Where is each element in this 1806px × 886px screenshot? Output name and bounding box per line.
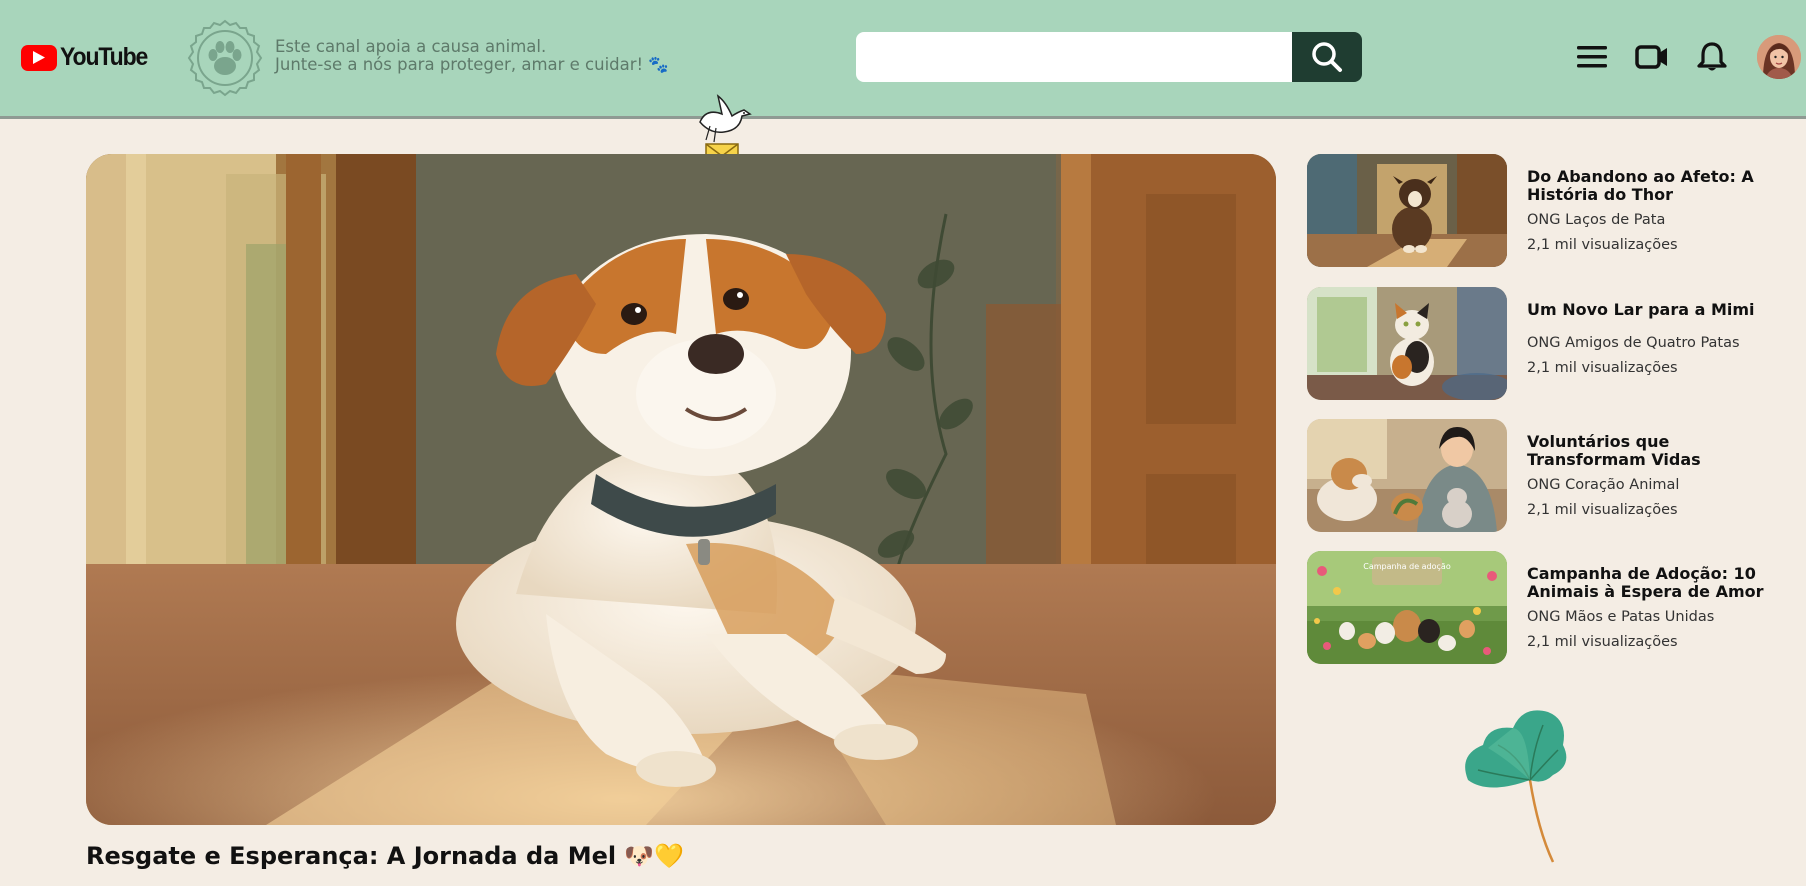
recommended-video-3[interactable]: Voluntários que Transformam Vidas ONG Co… bbox=[1307, 419, 1777, 533]
video-thumbnail: Campanha de adoção bbox=[1307, 551, 1507, 664]
bell-icon[interactable] bbox=[1692, 37, 1732, 77]
main-video-title[interactable]: Resgate e Esperança: A Jornada da Mel 🐶💛 bbox=[86, 842, 684, 870]
video-thumbnail bbox=[1307, 154, 1507, 267]
recommended-video-2[interactable]: Um Novo Lar para a Mimi ONG Amigos de Qu… bbox=[1307, 287, 1777, 401]
video-thumbnail bbox=[1307, 419, 1507, 532]
dog-illustration bbox=[86, 154, 1276, 825]
tagline-line-2: Junte-se a nós para proteger, amar e cui… bbox=[275, 55, 669, 74]
view-count: 2,1 mil visualizações bbox=[1527, 634, 1678, 650]
recommended-video-1[interactable]: Do Abandono ao Afeto: A História do Thor… bbox=[1307, 154, 1777, 268]
channel-name[interactable]: ONG Coração Animal bbox=[1527, 477, 1679, 493]
tagline-line-1: Este canal apoia a causa animal. bbox=[275, 37, 547, 56]
video-camera-icon[interactable] bbox=[1632, 37, 1672, 77]
main-video-title-text: Resgate e Esperança: A Jornada da Mel bbox=[86, 842, 617, 870]
channel-tagline: Este canal apoia a causa animal. Junte-s… bbox=[275, 38, 669, 74]
view-count: 2,1 mil visualizações bbox=[1527, 502, 1678, 518]
youtube-logo[interactable]: YouTube bbox=[21, 43, 155, 72]
menu-icon[interactable] bbox=[1572, 37, 1612, 77]
channel-name[interactable]: ONG Amigos de Quatro Patas bbox=[1527, 335, 1740, 351]
view-count: 2,1 mil visualizações bbox=[1527, 237, 1678, 253]
channel-name[interactable]: ONG Laços de Pata bbox=[1527, 212, 1665, 228]
video-title: Um Novo Lar para a Mimi bbox=[1527, 300, 1755, 319]
search-button[interactable] bbox=[1292, 32, 1362, 82]
thumbnail-caption: Campanha de adoção bbox=[1363, 562, 1451, 571]
search-input[interactable] bbox=[856, 32, 1292, 82]
video-title: Voluntários que Transformam Vidas bbox=[1527, 432, 1701, 469]
search-icon bbox=[1312, 42, 1342, 72]
main-video-thumbnail[interactable] bbox=[86, 154, 1276, 825]
video-title: Campanha de Adoção: 10 Animais à Espera … bbox=[1527, 564, 1764, 601]
dog-heart-emoji: 🐶💛 bbox=[624, 842, 684, 870]
user-avatar[interactable] bbox=[1757, 35, 1801, 79]
paw-seal-icon bbox=[186, 19, 264, 97]
video-thumbnail bbox=[1307, 287, 1507, 400]
channel-name[interactable]: ONG Mãos e Patas Unidas bbox=[1527, 609, 1714, 625]
recommended-video-4[interactable]: Campanha de adoção Campanha de Adoção: 1… bbox=[1307, 551, 1777, 665]
leaf-decoration-icon bbox=[1458, 700, 1578, 866]
youtube-play-icon bbox=[21, 44, 57, 71]
video-title: Do Abandono ao Afeto: A História do Thor bbox=[1527, 167, 1754, 204]
top-header: YouTube Este canal apoia a causa animal.… bbox=[0, 0, 1806, 119]
view-count: 2,1 mil visualizações bbox=[1527, 360, 1678, 376]
logo-text: YouTube bbox=[60, 43, 148, 71]
